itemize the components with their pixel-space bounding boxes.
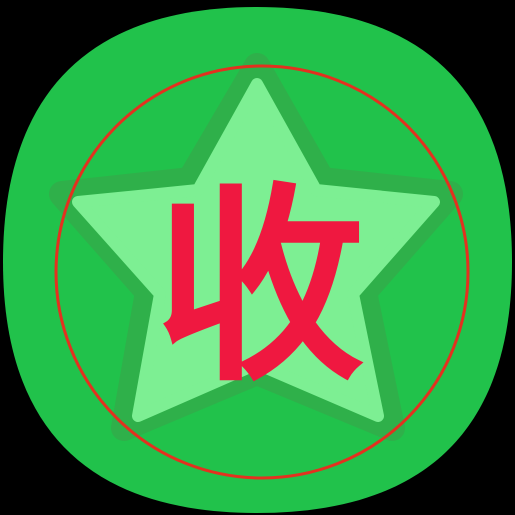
icon-glyph: 收 (155, 165, 365, 410)
app-icon[interactable]: 收 (0, 0, 515, 515)
app-icon-graphic: 收 (3, 7, 512, 513)
